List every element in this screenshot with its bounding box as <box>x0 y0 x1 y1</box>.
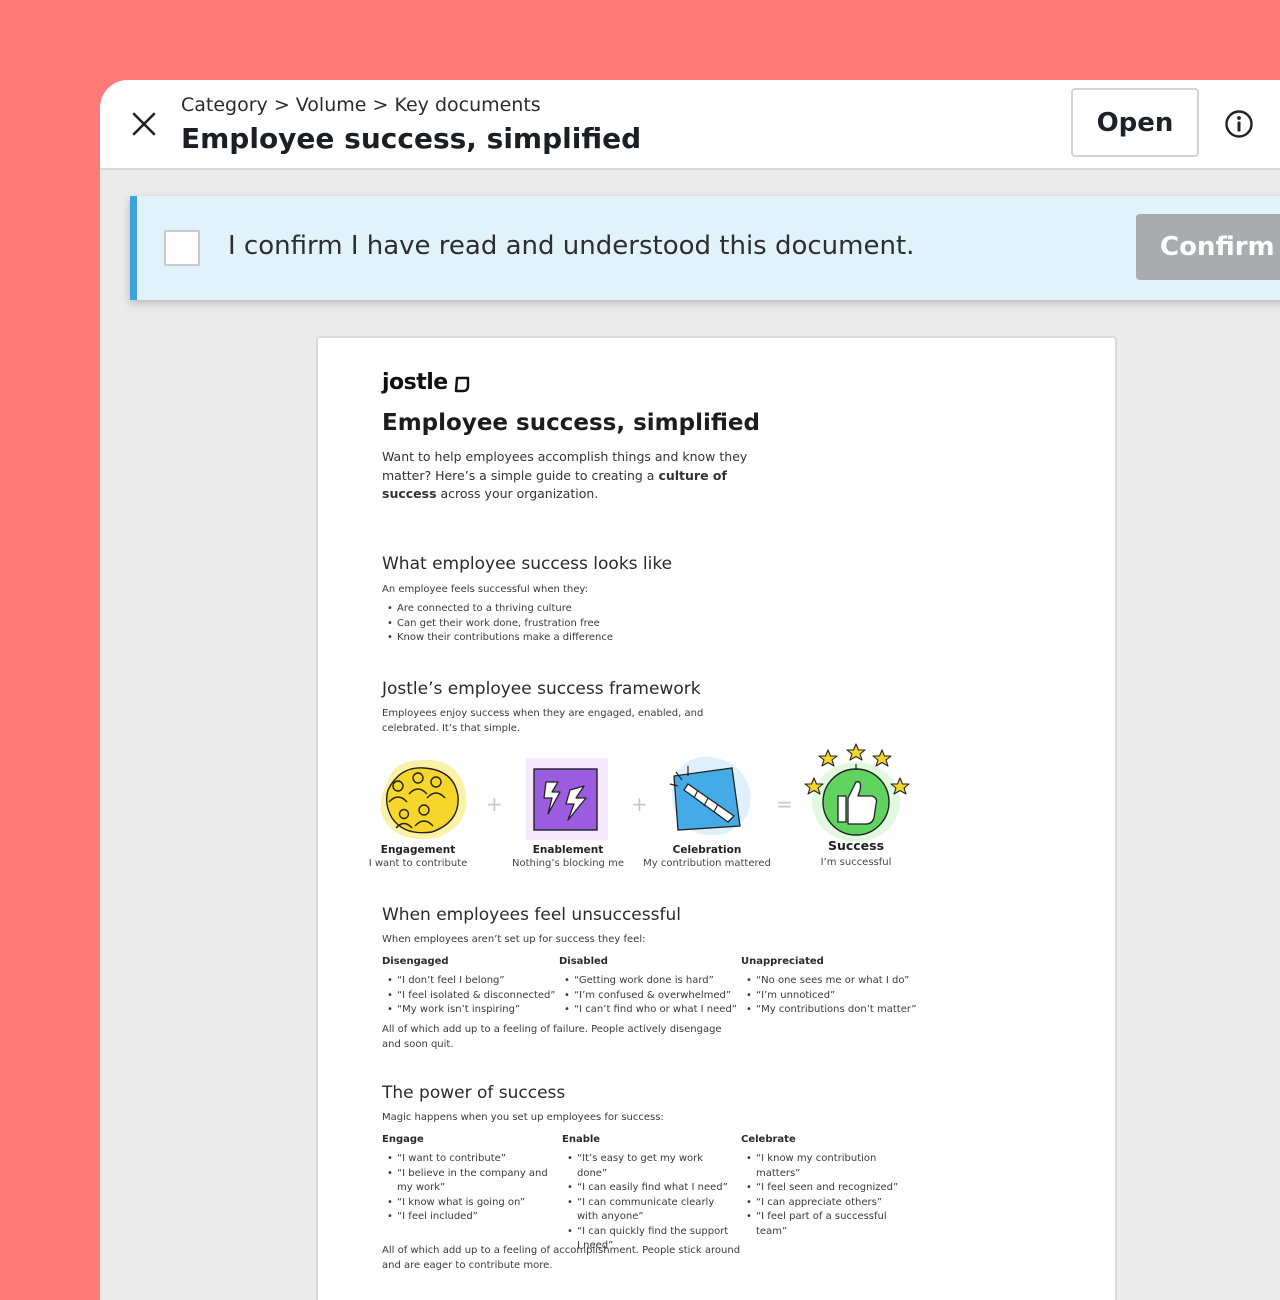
viewer-header: Category > Volume > Key documents Employ… <box>100 80 1280 170</box>
framework-label: Engagement <box>380 844 456 856</box>
framework-label: Enablement <box>532 844 604 856</box>
list-item: “It’s easy to get my work done” <box>562 1152 734 1181</box>
plus-operator: + <box>486 792 503 816</box>
jostle-logo: jostle <box>382 370 470 395</box>
info-button[interactable] <box>1224 109 1254 139</box>
section-heading-unsuccessful: When employees feel unsuccessful <box>382 905 681 925</box>
logo-mark-icon <box>454 376 470 393</box>
confirm-button[interactable]: Confirm <box>1136 214 1280 280</box>
column-title-unappreciated: Unappreciated <box>741 956 824 967</box>
list-item: “I know my contribution matters” <box>741 1152 917 1181</box>
framework-subtext: I’m successful <box>820 857 892 868</box>
column-title-disabled: Disabled <box>559 956 608 967</box>
list-item: “I want to contribute” <box>382 1152 552 1167</box>
close-icon <box>132 112 156 136</box>
section-closing: All of which add up to a feeling of acco… <box>382 1245 741 1271</box>
list-item: “I know what is going on” <box>382 1196 552 1211</box>
list-item: “I feel included” <box>382 1210 552 1225</box>
list-item: “My contributions don’t matter” <box>741 1003 931 1018</box>
column-title-enable: Enable <box>562 1134 601 1145</box>
list-item: “I don’t feel I belong” <box>382 974 558 989</box>
list-item: “I’m confused & overwhelmed” <box>559 989 741 1004</box>
column-title-disengaged: Disengaged <box>382 956 449 967</box>
list-item: Know their contributions make a differen… <box>382 631 782 646</box>
list-item: “I feel seen and recognized” <box>741 1181 917 1196</box>
framework-subtext: My contribution mattered <box>643 858 771 869</box>
confirm-statement: I confirm I have read and understood thi… <box>228 231 915 261</box>
logo-text: jostle <box>382 370 448 395</box>
open-button[interactable]: Open <box>1071 88 1199 157</box>
section-lead: Employees enjoy success when they are en… <box>382 708 704 734</box>
section-heading-framework: Jostle’s employee success framework <box>382 679 701 699</box>
list-item: Are connected to a thriving culture <box>382 602 782 617</box>
intro-paragraph: Want to help employees accomplish things… <box>382 449 748 501</box>
section-lead: An employee feels successful when they: <box>382 584 588 595</box>
disengaged-list: “I don’t feel I belong” “I feel isolated… <box>382 974 558 1018</box>
list-item: “No one sees me or what I do” <box>741 974 931 989</box>
list-item: Can get their work done, frustration fre… <box>382 617 782 632</box>
framework-success: Success I’m successful <box>804 838 908 868</box>
list-item: “I’m unnoticed” <box>741 989 931 1004</box>
engage-list: “I want to contribute” “I believe in the… <box>382 1152 552 1225</box>
section-lead: Magic happens when you set up employees … <box>382 1112 664 1123</box>
success-bullet-list: Are connected to a thriving culture Can … <box>382 602 782 646</box>
unappreciated-list: “No one sees me or what I do” “I’m unnot… <box>741 974 931 1018</box>
breadcrumb[interactable]: Category > Volume > Key documents <box>181 94 541 116</box>
close-button[interactable] <box>126 106 162 142</box>
thumbs-up-stars-icon <box>804 743 910 842</box>
framework-label: Success <box>827 838 885 853</box>
people-group-icon <box>380 759 467 840</box>
list-item: “I feel part of a successful team” <box>741 1210 917 1239</box>
celebrate-list: “I know my contribution matters” “I feel… <box>741 1152 917 1239</box>
framework-label: Celebration <box>672 844 742 856</box>
document-title: Employee success, simplified <box>382 410 760 436</box>
list-item: “I feel isolated & disconnected” <box>382 989 558 1004</box>
page-title: Employee success, simplified <box>181 122 642 155</box>
list-item: “I believe in the company and my work” <box>382 1167 552 1196</box>
section-heading-success-looks-like: What employee success looks like <box>382 554 673 574</box>
disabled-list: “Getting work done is hard” “I’m confuse… <box>559 974 741 1018</box>
column-title-celebrate: Celebrate <box>741 1134 796 1145</box>
list-item: “I can easily find what I need” <box>562 1181 734 1196</box>
framework-engagement: Engagement I want to contribute <box>358 844 478 869</box>
confirm-checkbox[interactable] <box>164 230 200 266</box>
party-popper-icon <box>669 756 751 836</box>
framework-enablement: Enablement Nothing’s blocking me <box>506 844 630 869</box>
framework-subtext: Nothing’s blocking me <box>512 858 624 869</box>
list-item: “I can communicate clearly with anyone” <box>562 1196 734 1225</box>
info-icon <box>1225 110 1253 138</box>
equals-operator: = <box>776 792 793 816</box>
plus-operator: + <box>631 792 648 816</box>
column-title-engage: Engage <box>382 1134 424 1145</box>
framework-celebration: Celebration My contribution mattered <box>640 844 774 869</box>
section-heading-power-of-success: The power of success <box>382 1083 566 1103</box>
read-confirmation-bar: I confirm I have read and understood thi… <box>130 196 1280 300</box>
list-item: “I can’t find who or what I need” <box>559 1003 741 1018</box>
lightning-icon <box>526 758 608 840</box>
section-closing: All of which add up to a feeling of fail… <box>382 1024 722 1050</box>
framework-subtext: I want to contribute <box>368 858 468 869</box>
list-item: “I can appreciate others” <box>741 1196 917 1211</box>
document-viewer-window: Category > Volume > Key documents Employ… <box>100 80 1280 1300</box>
section-lead: When employees aren’t set up for success… <box>382 934 646 945</box>
list-item: “My work isn’t inspiring” <box>382 1003 558 1018</box>
document-page: jostle Employee success, simplified Want… <box>316 336 1117 1300</box>
list-item: “Getting work done is hard” <box>559 974 741 989</box>
enable-list: “It’s easy to get my work done” “I can e… <box>562 1152 734 1254</box>
